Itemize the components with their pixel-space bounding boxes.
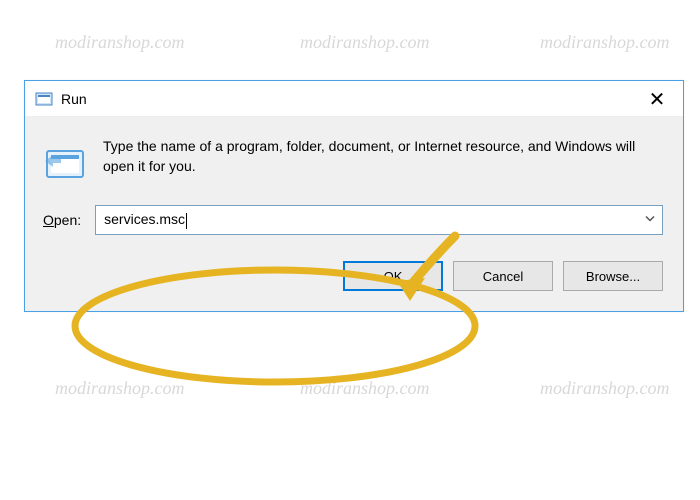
open-input[interactable]: services.msc bbox=[104, 211, 634, 228]
dialog-description: Type the name of a program, folder, docu… bbox=[103, 137, 663, 176]
cancel-button[interactable]: Cancel bbox=[453, 261, 553, 291]
watermark: modiranshop.com bbox=[55, 32, 185, 53]
watermark: modiranshop.com bbox=[540, 378, 670, 399]
browse-button[interactable]: Browse... bbox=[563, 261, 663, 291]
ok-button[interactable]: OK bbox=[343, 261, 443, 291]
open-label: Open: bbox=[43, 212, 81, 228]
watermark: modiranshop.com bbox=[300, 378, 430, 399]
run-dialog: Run ✕ Type the name of a program, folder… bbox=[24, 80, 684, 312]
run-icon bbox=[35, 90, 53, 108]
open-combobox[interactable]: services.msc bbox=[95, 205, 663, 235]
chevron-down-icon[interactable] bbox=[644, 213, 656, 228]
run-large-icon bbox=[43, 141, 87, 185]
dialog-body: Type the name of a program, folder, docu… bbox=[25, 117, 683, 311]
watermark: modiranshop.com bbox=[540, 32, 670, 53]
titlebar[interactable]: Run ✕ bbox=[25, 81, 683, 117]
close-button[interactable]: ✕ bbox=[645, 87, 669, 112]
dialog-title: Run bbox=[61, 91, 87, 107]
watermark: modiranshop.com bbox=[55, 378, 185, 399]
watermark: modiranshop.com bbox=[300, 32, 430, 53]
